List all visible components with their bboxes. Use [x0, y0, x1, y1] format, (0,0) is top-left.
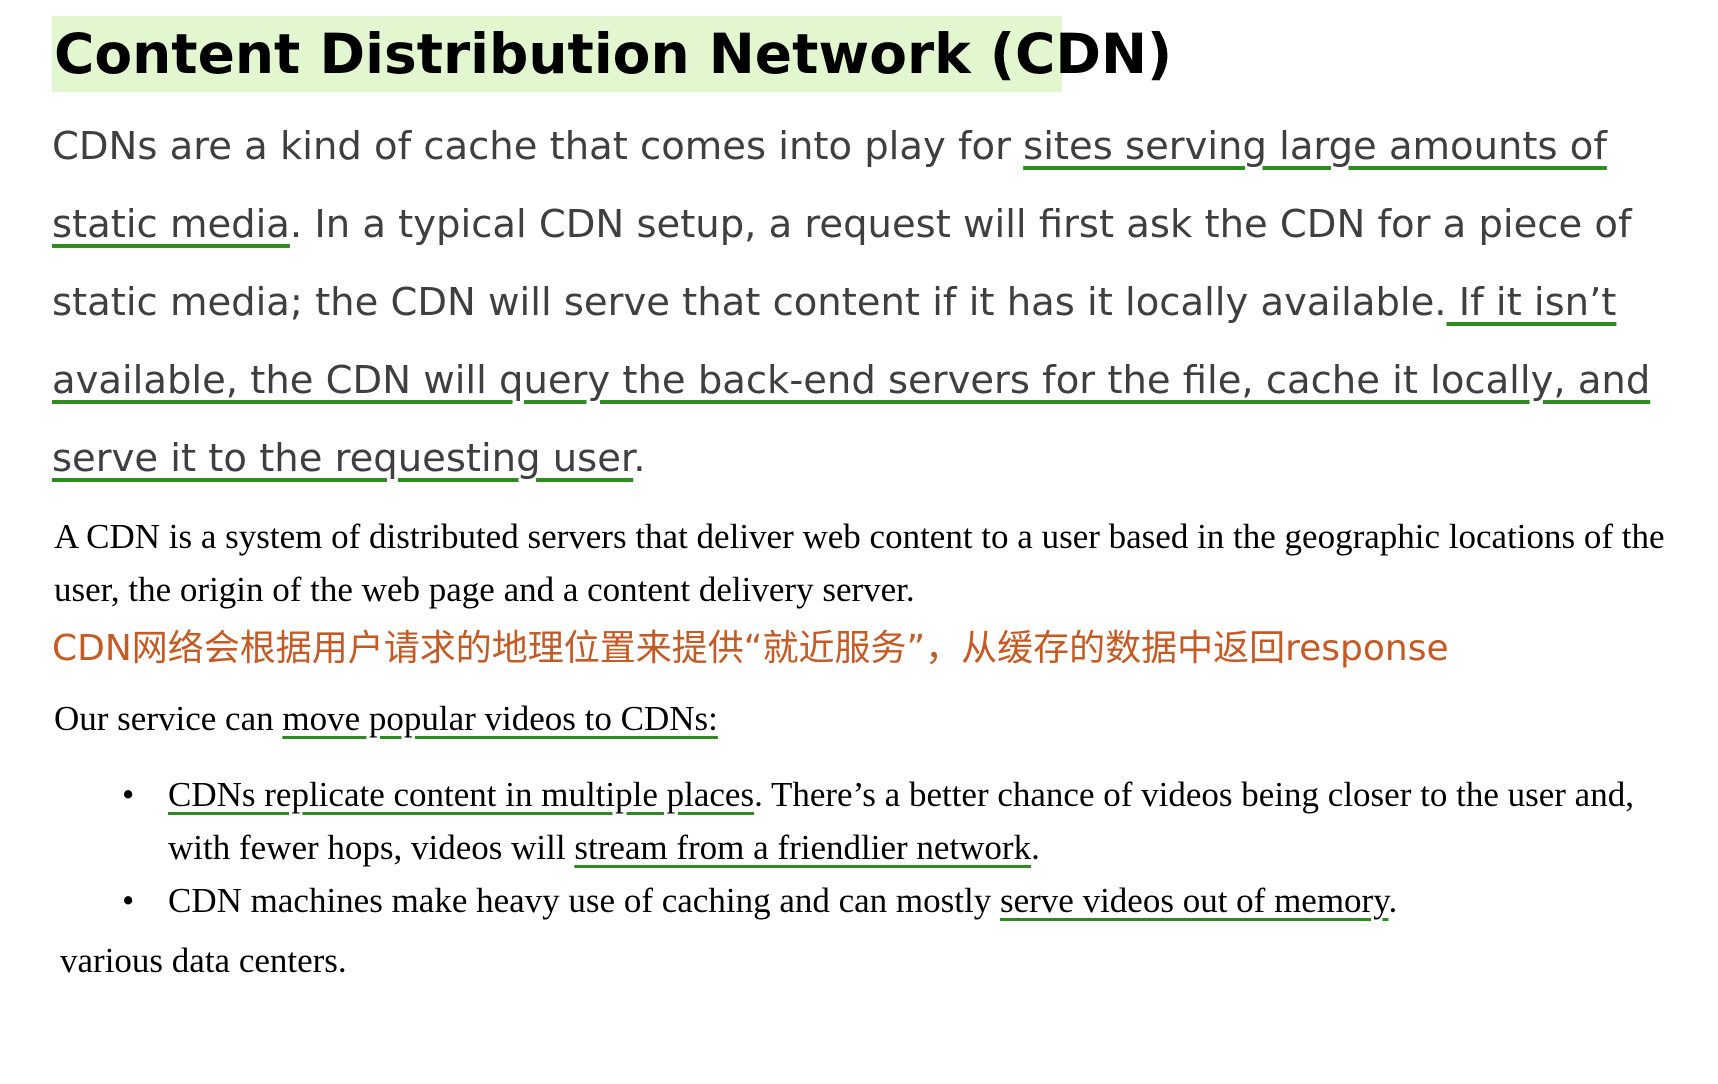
- cdn-definition-paragraph: A CDN is a system of distributed servers…: [54, 517, 1665, 609]
- list-item: • CDNs replicate content in multiple plac…: [118, 768, 1678, 874]
- list-item: • CDN machines make heavy use of caching …: [118, 874, 1678, 927]
- trailing-text: various data centers.: [60, 941, 347, 980]
- bullet-2-text-2: .: [1388, 881, 1398, 920]
- bullet-1-underline-replicate: CDNs replicate content in multiple place…: [168, 775, 755, 814]
- document-page: Content Distribution Network (CDN) CDNs …: [0, 0, 1718, 1084]
- intro-text-2: . In a typical CDN setup, a request will…: [52, 202, 1632, 325]
- page-title: Content Distribution Network (CDN): [52, 16, 1172, 92]
- bullet-1-underline-stream: stream from a friendlier network: [574, 828, 1032, 867]
- intro-text-3: .: [633, 436, 646, 481]
- bullet-list: • CDNs replicate content in multiple plac…: [118, 768, 1678, 927]
- bullet-marker: •: [122, 775, 135, 814]
- chinese-note: CDN网络会根据用户请求的地理位置来提供“就近服务”，从缓存的数据中返回resp…: [52, 628, 1449, 669]
- service-underline-move-videos: move popular videos to CDNs:: [282, 699, 718, 738]
- bullet-marker: •: [122, 881, 135, 920]
- bullet-2-underline-memory: serve videos out of memory: [999, 881, 1389, 920]
- service-text: Our service can: [54, 699, 283, 738]
- intro-text-1: CDNs are a kind of cache that comes into…: [52, 124, 1024, 169]
- service-paragraph: Our service can move popular videos to C…: [54, 692, 1674, 745]
- bullet-1-text-2: .: [1031, 828, 1040, 867]
- intro-paragraph: CDNs are a kind of cache that comes into…: [52, 108, 1672, 498]
- bullet-2-text-1: CDN machines make heavy use of caching a…: [168, 881, 1000, 920]
